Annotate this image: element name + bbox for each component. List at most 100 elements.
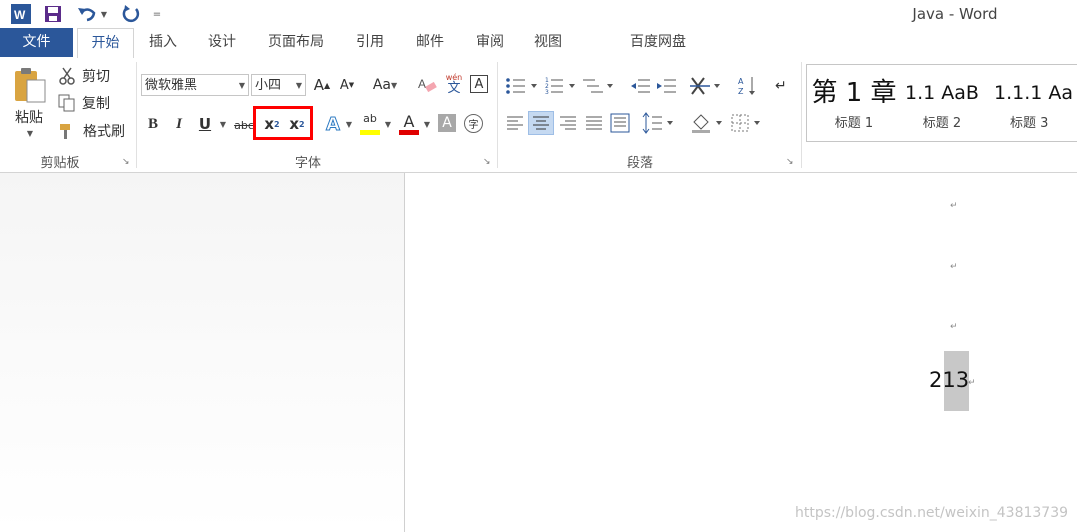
change-case-button[interactable]: Aa ▼ — [368, 74, 402, 96]
undo-icon[interactable] — [76, 4, 98, 24]
customize-qat-icon[interactable]: = — [150, 4, 164, 24]
font-color-icon: A — [403, 112, 415, 131]
paragraph-mark: ↵ — [968, 378, 976, 388]
clipboard-launcher-icon[interactable]: ↘ — [122, 157, 130, 167]
underline-dropdown-icon[interactable]: ▼ — [218, 118, 228, 130]
chevron-down-icon: ▼ — [238, 81, 245, 90]
paragraph-group-label: 段落 — [626, 156, 653, 171]
save-icon[interactable] — [43, 4, 63, 24]
style-name: 标题 3 — [1010, 116, 1049, 131]
highlight-dropdown-icon[interactable]: ▼ — [383, 118, 393, 130]
style-heading-3[interactable]: 1.1.1 Aa 标题 3 — [988, 76, 1077, 136]
paragraph-mark: ↵ — [950, 262, 958, 272]
style-preview: 第 1 章 — [811, 78, 897, 108]
paste-dropdown-icon[interactable]: ▼ — [25, 128, 35, 138]
tab-mailings[interactable]: 邮件 — [405, 28, 455, 57]
font-color-button[interactable]: A — [398, 112, 420, 136]
superscript-icon: x — [289, 115, 300, 133]
increase-indent-icon[interactable] — [656, 76, 678, 96]
phonetic-guide-button[interactable]: wén 文 — [443, 74, 465, 96]
chevron-down-icon: ▼ — [295, 81, 302, 90]
document-page[interactable] — [404, 173, 1077, 532]
tab-insert[interactable]: 插入 — [138, 28, 188, 57]
font-family-value: 微软雅黑 — [145, 78, 198, 93]
copy-button[interactable]: 复制 — [80, 94, 112, 112]
enclose-characters-button[interactable]: 字 — [464, 114, 483, 133]
justify-icon[interactable] — [584, 114, 604, 132]
line-spacing-icon[interactable] — [642, 112, 676, 134]
phonetic-char-icon: 文 — [447, 81, 461, 96]
numbering-button[interactable]: 123 — [545, 76, 579, 96]
paste-button[interactable]: 粘贴 — [8, 108, 50, 126]
text-direction-icon[interactable] — [690, 75, 726, 97]
paragraph-mark: ↵ — [950, 201, 958, 211]
highlight-color-bar — [360, 130, 380, 135]
align-right-icon[interactable] — [558, 114, 578, 132]
highlight-button[interactable]: ab — [359, 112, 381, 136]
document-margin-area — [0, 173, 404, 532]
svg-text:A: A — [418, 77, 426, 91]
grow-font-button[interactable]: A ▲ — [311, 74, 333, 96]
subscript-button[interactable]: x2 — [262, 113, 282, 135]
font-color-bar — [399, 130, 419, 135]
subscript-index: 2 — [274, 119, 280, 129]
paste-icon[interactable] — [12, 66, 48, 106]
paragraph-shading-icon[interactable] — [690, 112, 726, 134]
align-left-icon[interactable] — [505, 114, 525, 132]
text-effects-button[interactable]: A — [322, 113, 344, 135]
character-shading-button[interactable]: A — [438, 114, 456, 132]
tab-references[interactable]: 引用 — [345, 28, 395, 57]
tab-file[interactable]: 文件 — [0, 28, 73, 57]
svg-text:W: W — [14, 8, 26, 22]
font-size-select[interactable]: 小四 ▼ — [251, 74, 306, 96]
character-border-icon: A — [474, 76, 484, 92]
scissors-icon — [58, 67, 76, 85]
decrease-indent-icon[interactable] — [630, 76, 652, 96]
font-launcher-icon[interactable]: ↘ — [483, 157, 491, 167]
show-hide-marks-icon[interactable]: ↵ — [775, 78, 793, 94]
font-size-value: 小四 — [255, 78, 282, 93]
style-preview: 1.1 AaB — [905, 82, 979, 104]
align-center-icon[interactable] — [528, 111, 554, 135]
redo-icon[interactable] — [120, 4, 142, 24]
change-case-icon: Aa — [372, 77, 391, 93]
bullets-button[interactable] — [505, 76, 545, 96]
copy-icon — [58, 94, 76, 112]
bold-button[interactable]: B — [144, 114, 162, 134]
sort-icon[interactable]: AZ — [738, 75, 758, 97]
distributed-icon[interactable] — [610, 113, 630, 133]
paragraph-launcher-icon[interactable]: ↘ — [786, 157, 794, 167]
tab-home[interactable]: 开始 — [77, 28, 134, 59]
clear-formatting-icon[interactable]: A — [418, 75, 438, 95]
tab-view[interactable]: 视图 — [523, 28, 573, 57]
group-divider — [136, 62, 137, 168]
character-border-button[interactable]: A — [470, 75, 488, 93]
undo-dropdown-icon[interactable]: ▼ — [99, 4, 109, 24]
shrink-font-icon: A — [339, 77, 349, 93]
tab-design[interactable]: 设计 — [197, 28, 247, 57]
superscript-index: 2 — [299, 119, 305, 129]
font-family-select[interactable]: 微软雅黑 ▼ — [141, 74, 249, 96]
style-heading-2[interactable]: 1.1 AaB 标题 2 — [900, 76, 984, 136]
borders-icon[interactable] — [730, 112, 766, 134]
cut-button[interactable]: 剪切 — [80, 67, 112, 85]
shrink-font-button[interactable]: A ▼ — [336, 74, 358, 96]
tab-baidu-netdisk[interactable]: 百度网盘 — [617, 28, 699, 57]
superscript-button[interactable]: x2 — [287, 113, 307, 135]
paragraph-mark: ↵ — [950, 322, 958, 332]
watermark: https://blog.csdn.net/weixin_43813739 — [795, 505, 1069, 521]
style-name: 标题 1 — [834, 116, 874, 131]
tab-review[interactable]: 审阅 — [465, 28, 515, 57]
window-title: Java - Word — [912, 5, 998, 23]
format-painter-icon — [58, 122, 76, 140]
font-color-dropdown-icon[interactable]: ▼ — [422, 118, 432, 130]
underline-button[interactable]: U — [196, 114, 214, 134]
style-heading-1[interactable]: 第 1 章 标题 1 — [810, 76, 898, 136]
font-group-label: 字体 — [294, 156, 321, 171]
italic-button[interactable]: I — [170, 114, 188, 134]
multilevel-list-button[interactable] — [583, 76, 617, 96]
format-painter-button[interactable]: 格式刷 — [80, 122, 128, 140]
tab-page-layout[interactable]: 页面布局 — [258, 28, 334, 57]
document-text[interactable]: 213 — [929, 368, 969, 392]
text-effects-dropdown-icon[interactable]: ▼ — [344, 118, 354, 130]
